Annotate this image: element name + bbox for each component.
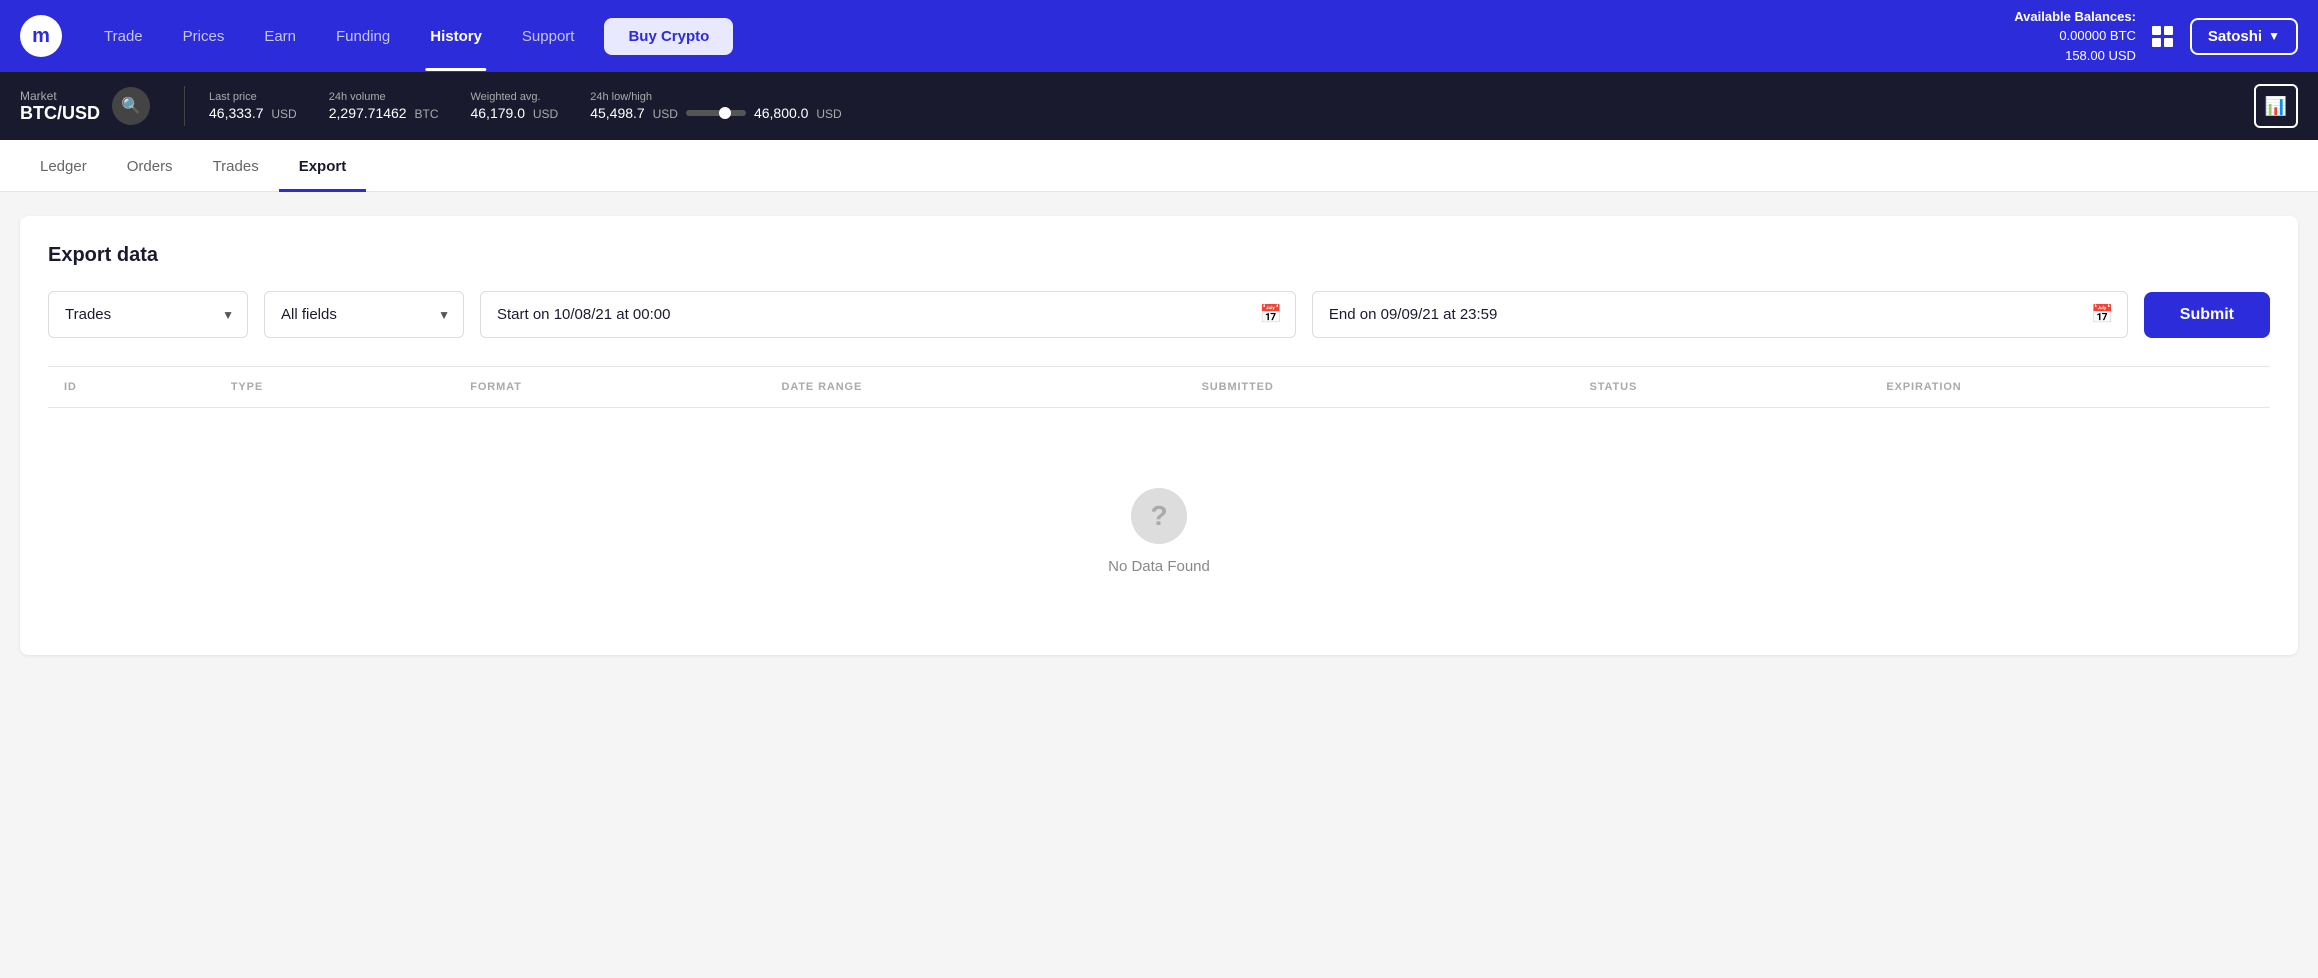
fields-select-wrap: All fields ▼: [264, 291, 464, 338]
volume-label: 24h volume: [329, 91, 439, 103]
top-nav: m Trade Prices Earn Funding History Supp…: [0, 0, 2318, 72]
volume-stat: 24h volume 2,297.71462 BTC: [329, 91, 439, 121]
submit-button[interactable]: Submit: [2144, 292, 2270, 338]
nav-history[interactable]: History: [412, 20, 500, 53]
balances-label: Available Balances:: [2014, 7, 2136, 27]
logo-icon: m: [20, 15, 62, 57]
last-price-value: 46,333.7 USD: [209, 105, 297, 121]
nav-support[interactable]: Support: [504, 20, 593, 53]
buy-crypto-button[interactable]: Buy Crypto: [604, 18, 733, 55]
start-date-wrap: 📅: [480, 291, 1296, 338]
balance-usd: 158.00 USD: [2014, 46, 2136, 66]
nav-right: Available Balances: 0.00000 BTC 158.00 U…: [2014, 7, 2298, 66]
chart-button[interactable]: 📊: [2254, 84, 2298, 128]
weighted-value: 46,179.0 USD: [470, 105, 558, 121]
tab-ledger[interactable]: Ledger: [20, 140, 107, 192]
tab-export[interactable]: Export: [279, 140, 367, 192]
col-id: ID: [48, 367, 215, 408]
market-divider: [184, 86, 185, 126]
low-high-label: 24h low/high: [590, 91, 841, 103]
export-controls: Trades ▼ All fields ▼ 📅 📅 Submit: [48, 291, 2270, 366]
market-pair: BTC/USD: [20, 103, 100, 124]
market-stats: Last price 46,333.7 USD 24h volume 2,297…: [209, 91, 2254, 121]
empty-state: ? No Data Found: [48, 408, 2270, 655]
balances-display: Available Balances: 0.00000 BTC 158.00 U…: [2014, 7, 2136, 66]
export-card: Export data Trades ▼ All fields ▼ 📅: [20, 216, 2298, 655]
end-date-wrap: 📅: [1312, 291, 2128, 338]
range-track: [686, 110, 746, 116]
user-menu-button[interactable]: Satoshi ▼: [2190, 18, 2298, 55]
market-info: Market BTC/USD 🔍: [20, 87, 160, 125]
low-high-stat: 24h low/high 45,498.7 USD 46,800.0 USD: [590, 91, 841, 121]
end-date-input[interactable]: [1312, 291, 2128, 338]
search-icon[interactable]: 🔍: [112, 87, 150, 125]
type-select-wrap: Trades ▼: [48, 291, 248, 338]
col-expiration: EXPIRATION: [1870, 367, 2270, 408]
range-dot: [719, 107, 731, 119]
weighted-label: Weighted avg.: [470, 91, 558, 103]
market-label: Market: [20, 89, 100, 103]
logo[interactable]: m: [20, 15, 62, 57]
volume-value: 2,297.71462 BTC: [329, 105, 439, 121]
fields-select[interactable]: All fields: [264, 291, 464, 338]
high-value: 46,800.0 USD: [754, 105, 842, 121]
chart-icon: 📊: [2265, 96, 2287, 117]
main-content: Export data Trades ▼ All fields ▼ 📅: [0, 192, 2318, 792]
last-price-label: Last price: [209, 91, 297, 103]
col-date-range: DATE RANGE: [766, 367, 1186, 408]
grid-icon[interactable]: [2152, 26, 2174, 47]
nav-links: Trade Prices Earn Funding History Suppor…: [86, 18, 1994, 55]
table-header-row: ID TYPE FORMAT DATE RANGE SUBMITTED STAT…: [48, 367, 2270, 408]
tab-orders[interactable]: Orders: [107, 140, 193, 192]
user-label: Satoshi: [2208, 28, 2262, 45]
market-info-text: Market BTC/USD: [20, 89, 100, 124]
nav-funding[interactable]: Funding: [318, 20, 408, 53]
weighted-stat: Weighted avg. 46,179.0 USD: [470, 91, 558, 121]
col-status: STATUS: [1574, 367, 1871, 408]
nav-trade[interactable]: Trade: [86, 20, 161, 53]
export-table: ID TYPE FORMAT DATE RANGE SUBMITTED STAT…: [48, 366, 2270, 655]
low-high-range: 45,498.7 USD 46,800.0 USD: [590, 105, 841, 121]
nav-earn[interactable]: Earn: [246, 20, 314, 53]
nav-prices[interactable]: Prices: [165, 20, 243, 53]
type-select[interactable]: Trades: [48, 291, 248, 338]
market-bar: Market BTC/USD 🔍 Last price 46,333.7 USD…: [0, 72, 2318, 140]
col-format: FORMAT: [454, 367, 765, 408]
col-type: TYPE: [215, 367, 454, 408]
last-price-stat: Last price 46,333.7 USD: [209, 91, 297, 121]
export-title: Export data: [48, 244, 2270, 267]
balance-btc: 0.00000 BTC: [2014, 26, 2136, 46]
empty-text: No Data Found: [1108, 558, 1210, 575]
col-submitted: SUBMITTED: [1186, 367, 1574, 408]
low-value: 45,498.7 USD: [590, 105, 678, 121]
tab-trades[interactable]: Trades: [193, 140, 279, 192]
start-date-input[interactable]: [480, 291, 1296, 338]
history-tabs: Ledger Orders Trades Export: [0, 140, 2318, 192]
chevron-down-icon: ▼: [2268, 29, 2280, 43]
empty-icon: ?: [1131, 488, 1187, 544]
